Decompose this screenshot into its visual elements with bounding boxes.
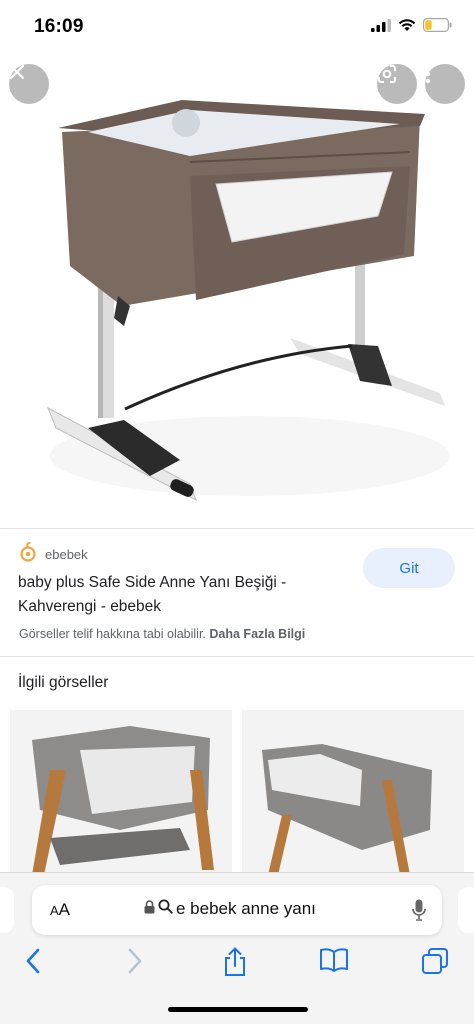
url-text: e bebek anne yanı [176, 899, 316, 918]
copyright-notice: Görseller telif hakkına tabi olabilir. D… [19, 627, 305, 641]
status-bar: 16:09 [0, 0, 474, 56]
search-icon [158, 899, 173, 919]
source-name: ebebek [45, 547, 88, 562]
more-info-link[interactable]: Daha Fazla Bilgi [209, 627, 305, 641]
copyright-text: Görseller telif hakkına tabi olabilir. [19, 627, 206, 641]
bedside-crib-illustration [47, 100, 450, 502]
lock-icon [144, 899, 155, 919]
share-icon[interactable] [222, 947, 248, 982]
bookmarks-icon[interactable] [319, 947, 349, 978]
source-row[interactable]: ebebek [19, 542, 88, 567]
microphone-icon[interactable] [412, 899, 426, 926]
url-display[interactable]: e bebek anne yanı [144, 899, 316, 919]
previous-tab-peek[interactable] [0, 887, 14, 933]
divider [0, 528, 474, 529]
divider [0, 656, 474, 657]
address-bar[interactable]: AA e bebek anne yanı [32, 885, 442, 935]
google-lens-button[interactable] [377, 64, 417, 104]
status-time: 16:09 [34, 16, 84, 37]
aa-small-label: A [50, 903, 59, 918]
safari-bottom-bar: AA e bebek anne yanı [0, 872, 474, 1024]
battery-low-icon [423, 18, 452, 37]
wifi-icon [398, 18, 416, 37]
back-icon[interactable] [24, 947, 42, 980]
cellular-signal-icon [371, 18, 391, 37]
forward-icon[interactable] [126, 947, 144, 980]
page-settings-button[interactable]: AA [50, 900, 70, 920]
related-images-heading: İlgili görseller [18, 674, 109, 691]
tabs-icon[interactable] [421, 947, 449, 980]
next-tab-peek[interactable] [458, 887, 474, 933]
more-options-button[interactable] [425, 64, 465, 104]
go-button[interactable]: Git [363, 548, 455, 588]
ebebek-logo-icon [19, 542, 37, 567]
product-image[interactable] [0, 56, 474, 528]
status-icons [371, 18, 452, 37]
gray-crib-side-thumbnail [242, 710, 464, 880]
result-title[interactable]: baby plus Safe Side Anne Yanı Beşiği - K… [18, 571, 348, 619]
aa-big-label: A [58, 900, 71, 919]
gray-crib-thumbnail [10, 710, 232, 880]
close-button[interactable] [9, 64, 49, 104]
safari-toolbar [0, 945, 474, 985]
related-image-thumbnail[interactable] [242, 710, 464, 880]
related-image-thumbnail[interactable] [10, 710, 232, 880]
home-indicator [168, 1007, 308, 1012]
